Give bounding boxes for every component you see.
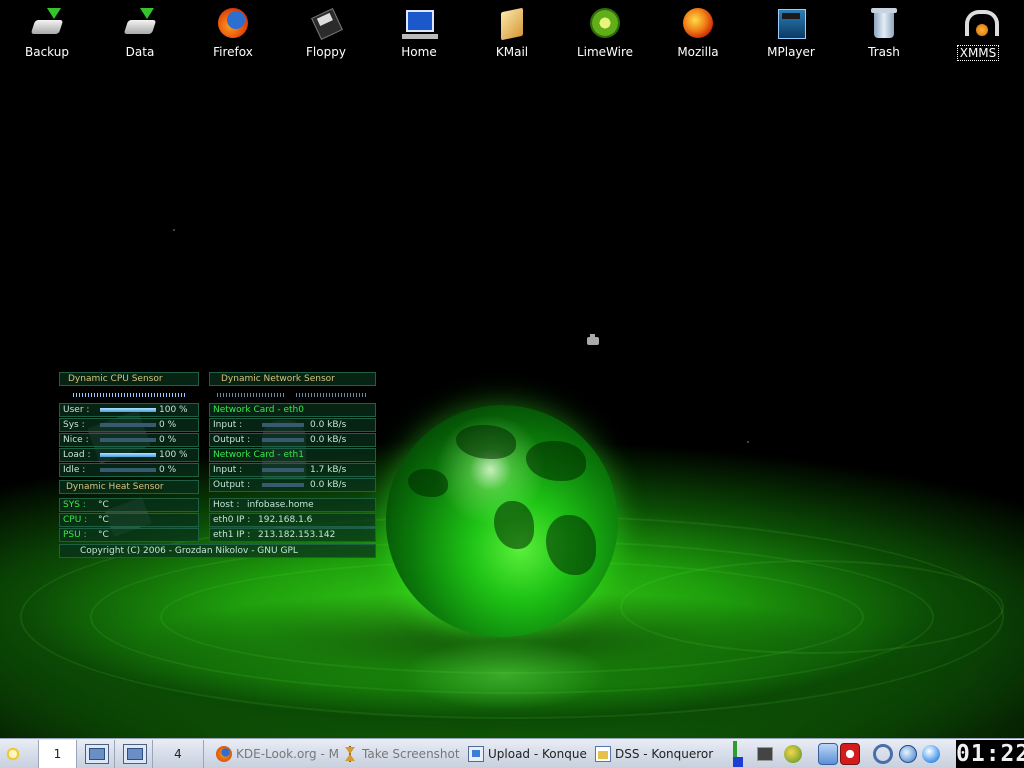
- desktop-icon-firefox[interactable]: Firefox: [193, 6, 273, 59]
- firefox-icon: [216, 746, 232, 762]
- terminal-icon[interactable]: [757, 747, 773, 761]
- task-upload-konqueror[interactable]: Upload - Konque: [464, 740, 590, 768]
- kmail-icon: [495, 7, 529, 41]
- konqueror-globe-icon[interactable]: [899, 745, 917, 763]
- eth0-input-row: Input : 0.0 kB/s: [209, 418, 376, 432]
- eth0-ip-row: eth0 IP : 192.168.1.6: [209, 513, 376, 527]
- mozilla-icon: [681, 8, 715, 40]
- search-icon[interactable]: [873, 744, 893, 764]
- lock-screen-icon[interactable]: [818, 743, 838, 765]
- desktop-icon-trash[interactable]: Trash: [844, 6, 924, 59]
- eth1-title: Network Card - eth1: [209, 448, 376, 462]
- konqueror-upload-icon: [468, 746, 484, 762]
- network-sensor-title: Dynamic Network Sensor: [209, 372, 376, 386]
- desktop-icon-kmail[interactable]: KMail: [472, 6, 552, 59]
- eth0-title: Network Card - eth0: [209, 403, 376, 417]
- eth0-output-row: Output : 0.0 kB/s: [209, 433, 376, 447]
- task-take-screenshot[interactable]: Take Screenshot: [338, 740, 464, 768]
- desktop-pager-3[interactable]: [114, 740, 152, 768]
- host-row: Host : infobase.home: [209, 498, 376, 512]
- kmenu-sun-icon: [5, 746, 21, 762]
- cpu-sys-bar: [100, 423, 156, 427]
- kde-panel: 1 4 KDE-Look.org - M Take Screenshot Upl…: [0, 738, 1024, 768]
- heat-row-psu: PSU : °C: [59, 528, 199, 542]
- network-eth1-meter: [296, 393, 366, 397]
- konqueror-folder-icon: [595, 746, 611, 762]
- limewire-icon: [588, 8, 622, 40]
- cpu-sensor-title: Dynamic CPU Sensor: [59, 372, 199, 386]
- wallpaper-star: [747, 441, 749, 443]
- heat-row-cpu: CPU : °C: [59, 513, 199, 527]
- network-eth0-meter: [217, 393, 285, 397]
- cpu-activity-meter: [73, 393, 187, 397]
- cpu-row-load: Load : 100 %: [59, 448, 199, 462]
- camera-icon[interactable]: [587, 334, 599, 345]
- home-computer-icon: [402, 8, 438, 40]
- desktop-icon-xmms[interactable]: XMMS: [938, 6, 1018, 61]
- eth1-output-row: Output : 0.0 kB/s: [209, 478, 376, 492]
- window-thumbnail-icon: [85, 744, 109, 764]
- copyright-bar: Copyright (C) 2006 - Grozdan Nikolov - G…: [59, 544, 376, 558]
- cpu-row-sys: Sys : 0 %: [59, 418, 199, 432]
- task-dss-konqueror[interactable]: DSS - Konqueror: [591, 740, 723, 768]
- mplayer-icon: [774, 8, 808, 40]
- wallpaper-ripple: [620, 560, 1004, 654]
- wallpaper-star: [173, 229, 175, 231]
- heat-sensor-title: Dynamic Heat Sensor: [59, 480, 199, 494]
- firefox-icon: [216, 8, 250, 40]
- window-thumbnail-icon: [123, 744, 147, 764]
- desktop-icon-mozilla[interactable]: Mozilla: [658, 6, 738, 59]
- green-globe: [386, 405, 618, 637]
- cpu-idle-bar: [100, 468, 156, 472]
- desktop-pager-2[interactable]: [76, 740, 114, 768]
- cpu-row-user: User : 100 %: [59, 403, 199, 417]
- digital-clock[interactable]: 01:22: [956, 740, 1024, 768]
- desktop-wallpaper: [0, 0, 1024, 738]
- desktop-icon-mplayer[interactable]: MPlayer: [751, 6, 831, 59]
- desktop-icon-data[interactable]: Data: [100, 6, 180, 59]
- system-load-icon[interactable]: [733, 741, 743, 767]
- drive-data-icon: [123, 8, 157, 40]
- floppy-icon: [309, 8, 343, 40]
- cpu-load-bar: [100, 453, 156, 457]
- logout-icon[interactable]: [840, 743, 860, 765]
- heat-row-sys: SYS : °C: [59, 498, 199, 512]
- hourglass-icon: [342, 746, 358, 762]
- desktop-pager-4[interactable]: 4: [152, 740, 204, 768]
- cpu-row-idle: Idle : 0 %: [59, 463, 199, 477]
- kmenu-button[interactable]: [0, 740, 28, 768]
- drive-backup-icon: [30, 8, 64, 40]
- cpu-nice-bar: [100, 438, 156, 442]
- weather-icon[interactable]: [922, 745, 940, 763]
- desktop-icon-limewire[interactable]: LimeWire: [565, 6, 645, 59]
- eth1-ip-row: eth1 IP : 213.182.153.142: [209, 528, 376, 542]
- desktop-icon-floppy[interactable]: Floppy: [286, 6, 366, 59]
- xmms-headphones-icon: [961, 8, 999, 40]
- cpu-row-nice: Nice : 0 %: [59, 433, 199, 447]
- desktop-pager-1[interactable]: 1: [38, 740, 76, 768]
- cpu-user-bar: [100, 408, 156, 412]
- desktop-icon-home[interactable]: Home: [379, 6, 459, 59]
- kget-icon[interactable]: [784, 745, 802, 763]
- task-kde-look[interactable]: KDE-Look.org - M: [212, 740, 338, 768]
- trash-icon: [867, 8, 901, 40]
- desktop-icons: Backup Data Firefox Floppy Home KMail Li…: [0, 6, 1024, 66]
- globe-reflection: [400, 640, 610, 710]
- desktop-icon-backup[interactable]: Backup: [7, 6, 87, 59]
- eth1-input-row: Input : 1.7 kB/s: [209, 463, 376, 477]
